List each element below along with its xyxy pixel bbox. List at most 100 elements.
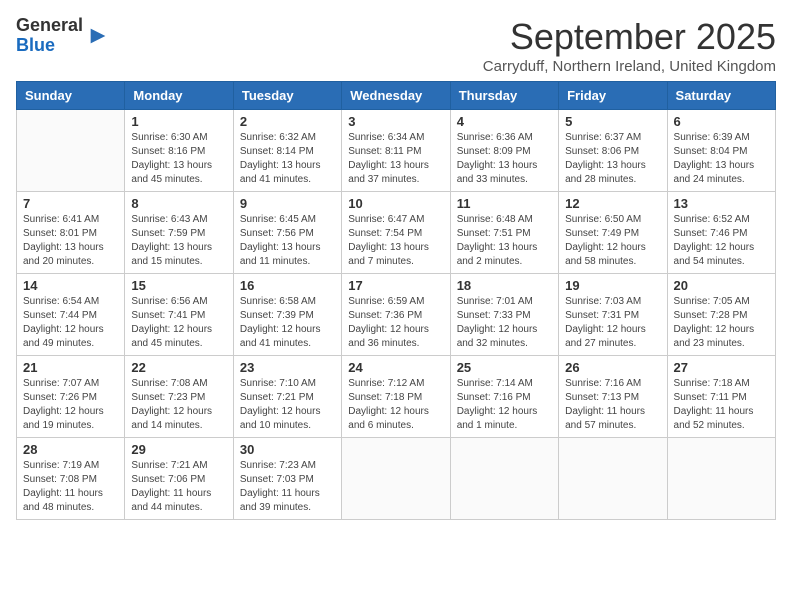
calendar-table: SundayMondayTuesdayWednesdayThursdayFrid…	[16, 81, 776, 520]
day-info: Sunrise: 7:18 AM Sunset: 7:11 PM Dayligh…	[674, 377, 769, 433]
weekday-header-row: SundayMondayTuesdayWednesdayThursdayFrid…	[17, 82, 776, 110]
page-header: General Blue September 2025 Carryduff, N…	[16, 16, 776, 75]
calendar-cell	[667, 438, 775, 520]
day-info: Sunrise: 6:48 AM Sunset: 7:51 PM Dayligh…	[457, 213, 552, 269]
day-number: 13	[674, 196, 769, 211]
day-info: Sunrise: 6:30 AM Sunset: 8:16 PM Dayligh…	[131, 131, 226, 187]
calendar-cell: 16Sunrise: 6:58 AM Sunset: 7:39 PM Dayli…	[233, 274, 341, 356]
calendar-week-1: 1Sunrise: 6:30 AM Sunset: 8:16 PM Daylig…	[17, 110, 776, 192]
day-number: 16	[240, 278, 335, 293]
weekday-header-sunday: Sunday	[17, 82, 125, 110]
calendar-cell: 13 Sunrise: 6:52 AM Sunset: 7:46 PM Dayli…	[667, 192, 775, 274]
day-number: 18	[457, 278, 552, 293]
day-info: Sunrise: 6:50 AM Sunset: 7:49 PM Dayligh…	[565, 213, 660, 269]
logo-general: General	[16, 15, 83, 35]
day-number: 26	[565, 360, 660, 375]
day-number: 21	[23, 360, 118, 375]
calendar-cell: 8 Sunrise: 6:43 AM Sunset: 7:59 PM Daylig…	[125, 192, 233, 274]
day-info: Sunrise: 6:59 AM Sunset: 7:36 PM Dayligh…	[348, 295, 443, 351]
calendar-cell: 28 Sunrise: 7:19 AM Sunset: 7:08 PM Dayli…	[17, 438, 125, 520]
day-info: Sunrise: 7:23 AM Sunset: 7:03 PM Dayligh…	[240, 459, 335, 515]
day-info: Sunrise: 6:47 AM Sunset: 7:54 PM Dayligh…	[348, 213, 443, 269]
day-info: Sunrise: 6:56 AM Sunset: 7:41 PM Dayligh…	[131, 295, 226, 351]
day-number: 22	[131, 360, 226, 375]
day-info: Sunrise: 6:32 AM Sunset: 8:14 PM Dayligh…	[240, 131, 335, 187]
calendar-cell: 14 Sunrise: 6:54 AM Sunset: 7:44 PM Dayli…	[17, 274, 125, 356]
day-info: Sunrise: 7:19 AM Sunset: 7:08 PM Dayligh…	[23, 459, 118, 515]
day-info: Sunrise: 7:05 AM Sunset: 7:28 PM Dayligh…	[674, 295, 769, 351]
calendar-cell: 12Sunrise: 6:50 AM Sunset: 7:49 PM Dayli…	[559, 192, 667, 274]
calendar-cell: 3 Sunrise: 6:34 AM Sunset: 8:11 PM Daylig…	[342, 110, 450, 192]
day-number: 6	[674, 114, 769, 129]
day-info: Sunrise: 7:10 AM Sunset: 7:21 PM Dayligh…	[240, 377, 335, 433]
day-info: Sunrise: 7:14 AM Sunset: 7:16 PM Dayligh…	[457, 377, 552, 433]
day-info: Sunrise: 6:36 AM Sunset: 8:09 PM Dayligh…	[457, 131, 552, 187]
weekday-header-wednesday: Wednesday	[342, 82, 450, 110]
weekday-header-thursday: Thursday	[450, 82, 558, 110]
day-number: 8	[131, 196, 226, 211]
day-number: 29	[131, 442, 226, 457]
day-number: 3	[348, 114, 443, 129]
calendar-cell: 2 Sunrise: 6:32 AM Sunset: 8:14 PM Daylig…	[233, 110, 341, 192]
day-info: Sunrise: 6:52 AM Sunset: 7:46 PM Dayligh…	[674, 213, 769, 269]
day-info: Sunrise: 7:03 AM Sunset: 7:31 PM Dayligh…	[565, 295, 660, 351]
day-info: Sunrise: 6:41 AM Sunset: 8:01 PM Dayligh…	[23, 213, 118, 269]
day-info: Sunrise: 6:54 AM Sunset: 7:44 PM Dayligh…	[23, 295, 118, 351]
logo-blue: Blue	[16, 35, 55, 55]
logo-icon	[87, 25, 109, 47]
day-number: 2	[240, 114, 335, 129]
day-number: 11	[457, 196, 552, 211]
weekday-header-tuesday: Tuesday	[233, 82, 341, 110]
day-number: 28	[23, 442, 118, 457]
day-number: 4	[457, 114, 552, 129]
calendar-week-5: 28 Sunrise: 7:19 AM Sunset: 7:08 PM Dayli…	[17, 438, 776, 520]
day-number: 15	[131, 278, 226, 293]
day-number: 23	[240, 360, 335, 375]
calendar-cell: 7Sunrise: 6:41 AM Sunset: 8:01 PM Daylig…	[17, 192, 125, 274]
day-number: 30	[240, 442, 335, 457]
calendar-cell: 21 Sunrise: 7:07 AM Sunset: 7:26 PM Dayli…	[17, 356, 125, 438]
calendar-cell: 24 Sunrise: 7:12 AM Sunset: 7:18 PM Dayli…	[342, 356, 450, 438]
calendar-week-3: 14 Sunrise: 6:54 AM Sunset: 7:44 PM Dayli…	[17, 274, 776, 356]
day-info: Sunrise: 6:39 AM Sunset: 8:04 PM Dayligh…	[674, 131, 769, 187]
calendar-cell: 29 Sunrise: 7:21 AM Sunset: 7:06 PM Dayli…	[125, 438, 233, 520]
calendar-cell: 30 Sunrise: 7:23 AM Sunset: 7:03 PM Dayli…	[233, 438, 341, 520]
day-info: Sunrise: 7:16 AM Sunset: 7:13 PM Dayligh…	[565, 377, 660, 433]
calendar-cell: 27Sunrise: 7:18 AM Sunset: 7:11 PM Dayli…	[667, 356, 775, 438]
day-info: Sunrise: 6:37 AM Sunset: 8:06 PM Dayligh…	[565, 131, 660, 187]
calendar-cell: 15 Sunrise: 6:56 AM Sunset: 7:41 PM Dayli…	[125, 274, 233, 356]
calendar-cell: 22Sunrise: 7:08 AM Sunset: 7:23 PM Dayli…	[125, 356, 233, 438]
day-info: Sunrise: 6:45 AM Sunset: 7:56 PM Dayligh…	[240, 213, 335, 269]
calendar-cell: 17Sunrise: 6:59 AM Sunset: 7:36 PM Dayli…	[342, 274, 450, 356]
calendar-cell: 9 Sunrise: 6:45 AM Sunset: 7:56 PM Daylig…	[233, 192, 341, 274]
calendar-cell: 6 Sunrise: 6:39 AM Sunset: 8:04 PM Daylig…	[667, 110, 775, 192]
day-number: 5	[565, 114, 660, 129]
logo: General Blue	[16, 16, 109, 56]
calendar-cell: 19 Sunrise: 7:03 AM Sunset: 7:31 PM Dayli…	[559, 274, 667, 356]
calendar-cell: 11 Sunrise: 6:48 AM Sunset: 7:51 PM Dayli…	[450, 192, 558, 274]
day-info: Sunrise: 7:07 AM Sunset: 7:26 PM Dayligh…	[23, 377, 118, 433]
subtitle: Carryduff, Northern Ireland, United King…	[483, 58, 776, 75]
day-number: 10	[348, 196, 443, 211]
calendar-cell: 25 Sunrise: 7:14 AM Sunset: 7:16 PM Dayli…	[450, 356, 558, 438]
weekday-header-monday: Monday	[125, 82, 233, 110]
weekday-header-friday: Friday	[559, 82, 667, 110]
day-info: Sunrise: 7:01 AM Sunset: 7:33 PM Dayligh…	[457, 295, 552, 351]
calendar-cell: 23 Sunrise: 7:10 AM Sunset: 7:21 PM Dayli…	[233, 356, 341, 438]
day-number: 9	[240, 196, 335, 211]
calendar-cell: 10 Sunrise: 6:47 AM Sunset: 7:54 PM Dayli…	[342, 192, 450, 274]
calendar-cell: 20Sunrise: 7:05 AM Sunset: 7:28 PM Dayli…	[667, 274, 775, 356]
calendar-week-2: 7Sunrise: 6:41 AM Sunset: 8:01 PM Daylig…	[17, 192, 776, 274]
day-number: 19	[565, 278, 660, 293]
day-number: 24	[348, 360, 443, 375]
day-info: Sunrise: 6:43 AM Sunset: 7:59 PM Dayligh…	[131, 213, 226, 269]
calendar-cell: 18 Sunrise: 7:01 AM Sunset: 7:33 PM Dayli…	[450, 274, 558, 356]
day-number: 25	[457, 360, 552, 375]
day-info: Sunrise: 6:34 AM Sunset: 8:11 PM Dayligh…	[348, 131, 443, 187]
calendar-week-4: 21 Sunrise: 7:07 AM Sunset: 7:26 PM Dayli…	[17, 356, 776, 438]
day-info: Sunrise: 7:21 AM Sunset: 7:06 PM Dayligh…	[131, 459, 226, 515]
calendar-cell	[559, 438, 667, 520]
day-number: 14	[23, 278, 118, 293]
month-title: September 2025	[483, 16, 776, 58]
day-info: Sunrise: 7:12 AM Sunset: 7:18 PM Dayligh…	[348, 377, 443, 433]
